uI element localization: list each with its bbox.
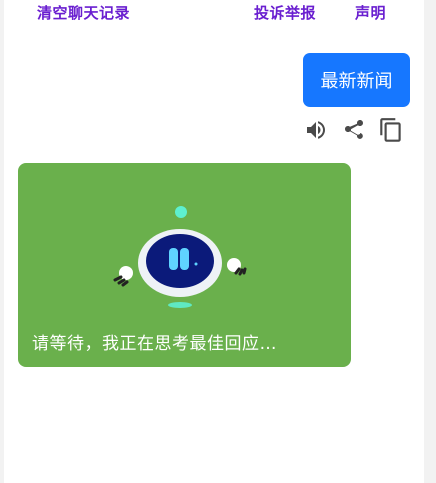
statement-link[interactable]: 声明 (355, 2, 386, 23)
bot-message-text: 请等待，我正在思考最佳回应… (32, 334, 277, 354)
bot-message-card: 请等待，我正在思考最佳回应… (18, 163, 351, 367)
user-message-text: 最新新闻 (320, 71, 393, 92)
speaker-icon[interactable] (304, 118, 328, 142)
clear-chat-link[interactable]: 清空聊天记录 (37, 2, 130, 23)
robot-icon (113, 206, 247, 308)
report-link[interactable]: 投诉举报 (254, 2, 316, 23)
share-icon[interactable] (342, 118, 366, 142)
copy-icon[interactable] (378, 117, 404, 145)
user-message-bubble: 最新新闻 (303, 53, 410, 107)
